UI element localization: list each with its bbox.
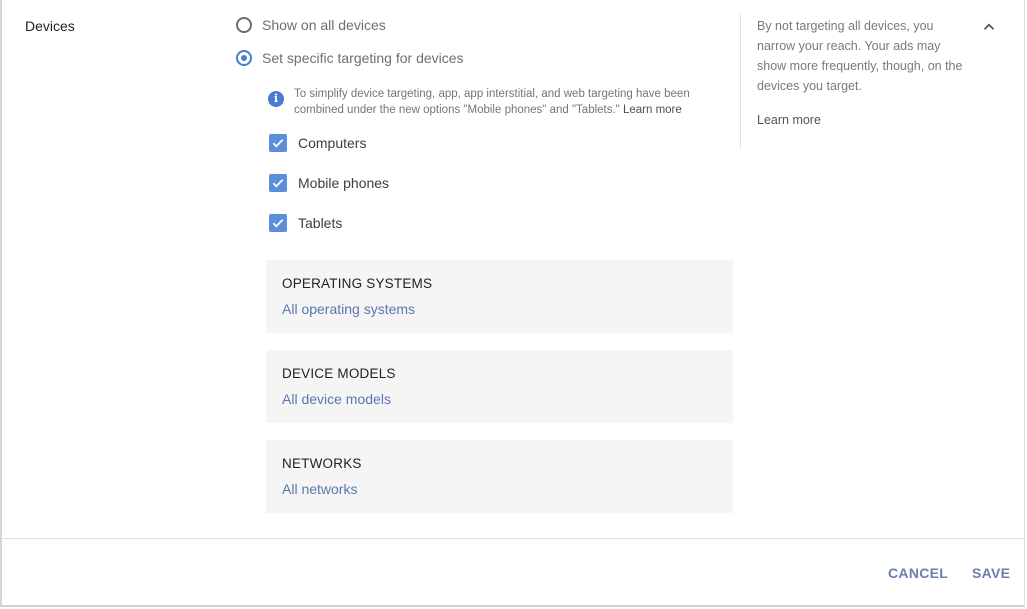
info-text: To simplify device targeting, app, app i… [294,86,714,118]
checkbox-label: Computers [298,135,367,151]
panel-value-link[interactable]: All networks [282,481,357,497]
help-learn-more-link[interactable]: Learn more [757,113,821,127]
panel-title: DEVICE MODELS [282,366,396,381]
chevron-up-icon[interactable] [980,18,998,36]
checkbox-label: Tablets [298,215,343,231]
help-text: By not targeting all devices, you narrow… [757,19,963,93]
section-label: Devices [25,18,75,34]
panel-value-link[interactable]: All device models [282,391,391,407]
checkbox-checked-icon[interactable] [269,174,287,192]
checkbox-label: Mobile phones [298,175,390,191]
radio-label: Set specific targeting for devices [262,50,464,66]
checkbox-mobile-phones[interactable]: Mobile phones [269,174,389,192]
panel-value-link[interactable]: All operating systems [282,301,415,317]
radio-button-unselected[interactable] [236,17,252,33]
checkbox-computers[interactable]: Computers [269,134,366,152]
panel-device-models[interactable]: DEVICE MODELS All device models [266,350,733,423]
checkbox-checked-icon[interactable] [269,134,287,152]
cancel-button[interactable]: CANCEL [888,565,948,581]
save-button[interactable]: SAVE [972,565,1010,581]
info-learn-more-link[interactable]: Learn more [623,104,682,116]
vertical-divider [740,14,741,149]
panel-title: OPERATING SYSTEMS [282,276,433,291]
footer-divider [2,538,1024,539]
panel-networks[interactable]: NETWORKS All networks [266,440,733,513]
panel-title: NETWORKS [282,456,362,471]
radio-specific-targeting[interactable]: Set specific targeting for devices [236,50,464,66]
checkbox-tablets[interactable]: Tablets [269,214,342,232]
info-notice: i To simplify device targeting, app, app… [268,86,714,118]
checkbox-checked-icon[interactable] [269,214,287,232]
radio-show-all-devices[interactable]: Show on all devices [236,17,386,33]
panel-operating-systems[interactable]: OPERATING SYSTEMS All operating systems [266,260,733,333]
info-icon: i [268,91,284,107]
radio-label: Show on all devices [262,17,386,33]
radio-button-selected[interactable] [236,50,252,66]
